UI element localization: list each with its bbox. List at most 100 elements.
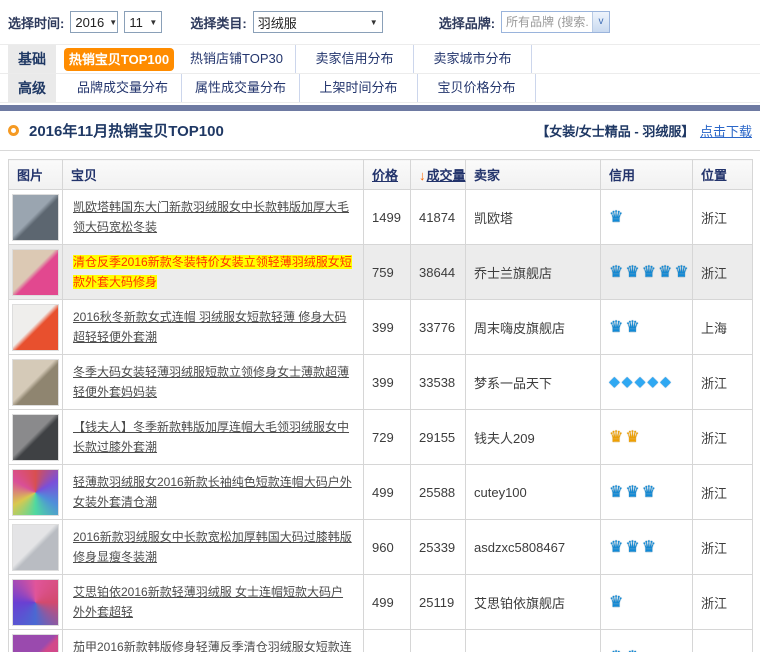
dropdown-arrow-icon: ▼ <box>149 18 157 27</box>
category-select[interactable]: 羽绒服 ▼ <box>253 11 383 33</box>
product-title-link[interactable]: 凯欧塔韩国东大门新款羽绒服女中长款韩版加厚大毛领大码宽松冬装 <box>73 200 349 234</box>
blue-crown-icon: ♛ <box>642 482 656 502</box>
credit-cell: ◆◆◆◆◆ <box>601 355 693 410</box>
basic-tab-row: 基础 热销宝贝TOP100热销店铺TOP30卖家信用分布卖家城市分布 <box>0 45 760 74</box>
time-filter-label: 选择时间: <box>8 13 64 32</box>
seller-cell: cutey100 <box>466 465 601 520</box>
credit-cell: ♛♛ <box>601 410 693 465</box>
tab-group-basic-label: 基础 <box>8 45 56 73</box>
price-cell: 759 <box>364 245 411 300</box>
blue-crown-icon: ♛ <box>609 592 623 612</box>
price-cell <box>364 630 411 652</box>
location-cell: 浙江 <box>693 465 753 520</box>
price-sort-link[interactable]: 价格 <box>372 168 398 183</box>
credit-cell: ♛♛ <box>601 300 693 355</box>
sales-sort-link[interactable]: 成交量 <box>427 168 466 183</box>
product-thumbnail[interactable] <box>12 634 59 652</box>
header-item: 宝贝 <box>63 160 364 190</box>
price-cell: 399 <box>364 300 411 355</box>
tab-advanced-0[interactable]: 品牌成交量分布 <box>64 74 182 102</box>
product-title-link[interactable]: 冬季大码女装轻薄羽绒服短款立领修身女士薄款超薄轻便外套妈妈装 <box>73 365 349 399</box>
table-row: 凯欧塔韩国东大门新款羽绒服女中长款韩版加厚大毛领大码宽松冬装149941874凯… <box>9 190 753 245</box>
product-thumbnail[interactable] <box>12 194 59 241</box>
category-select-value: 羽绒服 <box>258 13 297 32</box>
dropdown-arrow-icon: ▼ <box>109 18 117 27</box>
credit-cell: ♛♛♛♛♛ <box>601 245 693 300</box>
sales-cell: 25119 <box>411 575 466 630</box>
brand-dropdown-button[interactable]: v <box>592 12 609 32</box>
tab-basic-0[interactable]: 热销宝贝TOP100 <box>64 48 174 71</box>
credit-cell: ♛♛♛ <box>601 465 693 520</box>
table-row: 【钱夫人】冬季新款韩版加厚连帽大毛领羽绒服女中长款过膝外套潮72929155钱夫… <box>9 410 753 465</box>
page-title: 2016年11月热销宝贝TOP100 <box>29 120 224 141</box>
tab-basic-3[interactable]: 卖家城市分布 <box>414 45 532 73</box>
credit-cell: ♛ <box>601 575 693 630</box>
top100-table: 图片 宝贝 价格 ↓成交量 卖家 信用 位置 凯欧塔韩国东大门新款羽绒服女中长款… <box>8 159 753 652</box>
seller-cell: 凯欧塔 <box>466 190 601 245</box>
basic-tab-list: 热销宝贝TOP100热销店铺TOP30卖家信用分布卖家城市分布 <box>64 45 532 73</box>
blue-crown-icon: ♛ <box>642 262 656 282</box>
blue-crown-icon: ♛ <box>609 537 623 557</box>
blue-crown-icon: ♛ <box>625 537 639 557</box>
product-title-link[interactable]: 茄甲2016新款韩版修身轻薄反季清仓羽绒服女短款连帽外套 <box>73 640 352 652</box>
blue-crown-icon: ♛ <box>609 482 623 502</box>
tab-advanced-3[interactable]: 宝贝价格分布 <box>418 74 536 102</box>
table-row: 艾思铂依2016新款轻薄羽绒服 女士连帽短款大码户外外套超轻49925119艾思… <box>9 575 753 630</box>
product-thumbnail[interactable] <box>12 469 59 516</box>
tab-advanced-2[interactable]: 上架时间分布 <box>300 74 418 102</box>
blue-crown-icon: ♛ <box>609 647 623 652</box>
dropdown-arrow-icon: ▼ <box>370 18 378 27</box>
month-select[interactable]: 11 ▼ <box>124 11 162 33</box>
product-title-link[interactable]: 【钱夫人】冬季新款韩版加厚连帽大毛领羽绒服女中长款过膝外套潮 <box>73 420 349 454</box>
blue-crown-icon: ♛ <box>625 482 639 502</box>
product-thumbnail[interactable] <box>12 414 59 461</box>
product-title-link[interactable]: 艾思铂依2016新款轻薄羽绒服 女士连帽短款大码户外外套超轻 <box>73 585 343 619</box>
blue-diamond-icon: ◆ <box>660 373 671 390</box>
table-row: 轻薄款羽绒服女2016新款长袖纯色短款连帽大码户外女装外套清仓潮49925588… <box>9 465 753 520</box>
table-row: 冬季大码女装轻薄羽绒服短款立领修身女士薄款超薄轻便外套妈妈装39933538梦系… <box>9 355 753 410</box>
seller-cell: 乔士兰旗舰店 <box>466 245 601 300</box>
product-thumbnail[interactable] <box>12 304 59 351</box>
blue-crown-icon: ♛ <box>642 537 656 557</box>
table-header-row: 图片 宝贝 价格 ↓成交量 卖家 信用 位置 <box>9 160 753 190</box>
location-cell: 浙江 <box>693 520 753 575</box>
location-cell: 上海 <box>693 300 753 355</box>
blue-crown-icon: ♛ <box>674 262 688 282</box>
blue-crown-icon: ♛ <box>609 262 623 282</box>
category-filter-label: 选择类目: <box>190 13 246 32</box>
blue-diamond-icon: ◆ <box>647 373 658 390</box>
seller-cell: 梦系一品天下 <box>466 355 601 410</box>
advanced-tab-row: 高级 品牌成交量分布属性成交量分布上架时间分布宝贝价格分布 <box>0 74 760 103</box>
blue-crown-icon: ♛ <box>625 647 639 652</box>
seller-cell: 周末嗨皮旗舰店 <box>466 300 601 355</box>
product-thumbnail[interactable] <box>12 524 59 571</box>
download-link[interactable]: 点击下载 <box>700 124 752 139</box>
brand-search-input[interactable] <box>502 12 592 32</box>
sales-cell: 25339 <box>411 520 466 575</box>
header-image: 图片 <box>9 160 63 190</box>
tab-basic-1[interactable]: 热销店铺TOP30 <box>178 45 296 73</box>
brand-combobox: v <box>501 11 610 33</box>
tab-advanced-1[interactable]: 属性成交量分布 <box>182 74 300 102</box>
year-select[interactable]: 2016 ▼ <box>70 11 118 33</box>
sales-cell: 38644 <box>411 245 466 300</box>
product-title-link[interactable]: 清仓反季2016新款冬装特价女装立领轻薄羽绒服女短款外套大码修身 <box>73 255 352 289</box>
product-thumbnail[interactable] <box>12 359 59 406</box>
product-thumbnail[interactable] <box>12 579 59 626</box>
product-thumbnail[interactable] <box>12 249 59 296</box>
credit-cell: ♛♛♛ <box>601 520 693 575</box>
sales-cell: 33776 <box>411 300 466 355</box>
product-title-link[interactable]: 2016秋冬新款女式连帽 羽绒服女短款轻薄 修身大码超轻轻便外套潮 <box>73 310 346 344</box>
blue-crown-icon: ♛ <box>609 207 623 227</box>
table-row: 2016秋冬新款女式连帽 羽绒服女短款轻薄 修身大码超轻轻便外套潮 3993377… <box>9 300 753 355</box>
sales-cell: 29155 <box>411 410 466 465</box>
advanced-tab-list: 品牌成交量分布属性成交量分布上架时间分布宝贝价格分布 <box>64 74 536 102</box>
table-row: 2016新款羽绒服女中长款宽松加厚韩国大码过膝韩版修身显瘦冬装潮 96025339… <box>9 520 753 575</box>
tab-basic-2[interactable]: 卖家信用分布 <box>296 45 414 73</box>
blue-diamond-icon: ◆ <box>635 373 646 390</box>
price-cell: 960 <box>364 520 411 575</box>
section-header: 2016年11月热销宝贝TOP100 【女装/女士精品 - 羽绒服】 点击下载 <box>0 111 760 151</box>
product-title-link[interactable]: 轻薄款羽绒服女2016新款长袖纯色短款连帽大码户外女装外套清仓潮 <box>73 475 352 509</box>
product-title-link[interactable]: 2016新款羽绒服女中长款宽松加厚韩国大码过膝韩版修身显瘦冬装潮 <box>73 530 352 564</box>
seller-cell <box>466 630 601 652</box>
